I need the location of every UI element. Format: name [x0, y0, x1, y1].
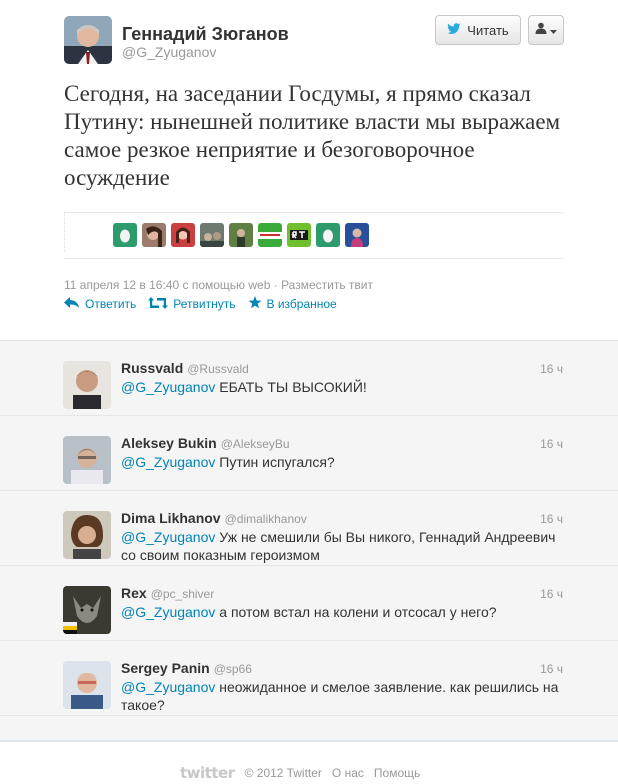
tweet-meta[interactable]: 11 апреля 12 в 16:40 с помощью web · Раз… [64, 278, 373, 292]
mention-link[interactable]: @G_Zyuganov [121, 604, 215, 620]
reply-time[interactable]: 16 ч [540, 587, 563, 601]
replies-list: Russvald @Russvald 16 ч @G_Zyuganov ЕБАТЬ… [0, 340, 618, 740]
reply-time[interactable]: 16 ч [540, 437, 563, 451]
tweet-actions: Ответить Ретвитнуть В избранное [64, 296, 337, 312]
list-item[interactable]: Rex @pc_shiver 16 ч @G_Zyuganov а потом в… [0, 566, 618, 641]
divider [64, 258, 564, 259]
footer-divider [0, 740, 618, 742]
avatar[interactable] [63, 361, 111, 409]
reply-action[interactable]: Ответить [64, 296, 136, 312]
retweeter-avatar[interactable] [229, 223, 253, 247]
retweeter-avatar[interactable] [113, 223, 137, 247]
avatar[interactable] [64, 16, 112, 64]
mention-link[interactable]: @G_Zyuganov [121, 679, 215, 695]
avatar[interactable] [63, 436, 111, 484]
footer-about-link[interactable]: О нас [332, 766, 364, 780]
mention-link[interactable]: @G_Zyuganov [121, 379, 215, 395]
reply-text: @G_Zyuganov ЕБАТЬ ТЫ ВЫСОКИЙ! [121, 379, 367, 395]
follow-button-label: Читать [467, 22, 509, 38]
reply-icon [64, 296, 80, 312]
retweeter-avatar[interactable] [171, 223, 195, 247]
favorite-label: В избранное [266, 297, 337, 311]
reply-time[interactable]: 16 ч [540, 512, 563, 526]
reply-time[interactable]: 16 ч [540, 362, 563, 376]
list-item[interactable]: Aleksey Bukin @AlekseyBu 16 ч @G_Zyuganov… [0, 416, 618, 491]
twitter-bird-icon [447, 22, 461, 38]
footer-help-link[interactable]: Помощь [374, 766, 420, 780]
user-icon [535, 21, 547, 39]
avatar[interactable] [63, 586, 111, 634]
footer-copyright: © 2012 Twitter [244, 766, 322, 780]
reply-text: @G_Zyuganov Уж не смешили бы Вы никого, … [121, 529, 556, 563]
user-actions-button[interactable] [528, 15, 564, 45]
retweeter-avatar[interactable] [345, 223, 369, 247]
reply-author[interactable]: Sergey Panin @sp66 [121, 660, 252, 676]
reply-label: Ответить [85, 297, 137, 311]
retweeter-avatar[interactable] [200, 223, 224, 247]
divider [64, 212, 564, 213]
avatar[interactable] [63, 511, 111, 559]
retweeter-avatar[interactable] [316, 223, 340, 247]
reply-text: @G_Zyuganov а потом встал на колени и от… [121, 604, 497, 620]
mention-link[interactable]: @G_Zyuganov [121, 454, 215, 470]
retweeters-list [113, 223, 369, 247]
star-icon [248, 296, 262, 312]
twitter-logo[interactable]: twitter [180, 764, 235, 782]
reply-author[interactable]: Dima Likhanov @dimalikhanov [121, 510, 307, 526]
caret-down-icon [550, 21, 557, 39]
follow-button[interactable]: Читать [435, 15, 521, 45]
retweet-action[interactable]: Ретвитнуть [148, 296, 236, 312]
footer: twitter © 2012 Twitter О нас Помощь [0, 752, 618, 784]
favorite-action[interactable]: В избранное [248, 296, 337, 312]
retweeter-avatar[interactable] [287, 223, 311, 247]
profile-handle[interactable]: @G_Zyuganov [122, 44, 216, 60]
reply-author[interactable]: Rex @pc_shiver [121, 585, 214, 601]
retweeter-avatar[interactable] [142, 223, 166, 247]
reply-text: @G_Zyuganov Путин испугался? [121, 454, 335, 470]
tweet-text: Сегодня, на заседании Госдумы, я прямо с… [64, 81, 561, 190]
reply-author[interactable]: Aleksey Bukin @AlekseyBu [121, 435, 290, 451]
reply-time[interactable]: 16 ч [540, 662, 563, 676]
list-item[interactable]: Dima Likhanov @dimalikhanov 16 ч @G_Zyuga… [0, 491, 618, 566]
list-item[interactable]: Russvald @Russvald 16 ч @G_Zyuganov ЕБАТЬ… [0, 341, 618, 416]
avatar[interactable] [63, 661, 111, 709]
faces-divider [64, 212, 100, 252]
retweeter-avatar[interactable] [258, 223, 282, 247]
main-tweet: Геннадий Зюганов @G_Zyuganov Читать Сего… [0, 0, 618, 340]
retweet-icon [148, 296, 169, 312]
mention-link[interactable]: @G_Zyuganov [121, 529, 215, 545]
profile-name[interactable]: Геннадий Зюганов [122, 24, 289, 45]
retweet-label: Ретвитнуть [173, 297, 236, 311]
reply-author[interactable]: Russvald @Russvald [121, 360, 249, 376]
list-item[interactable]: Sergey Panin @sp66 16 ч @G_Zyuganov неожи… [0, 641, 618, 716]
reply-text: @G_Zyuganov неожиданное и смелое заявлен… [121, 679, 559, 713]
